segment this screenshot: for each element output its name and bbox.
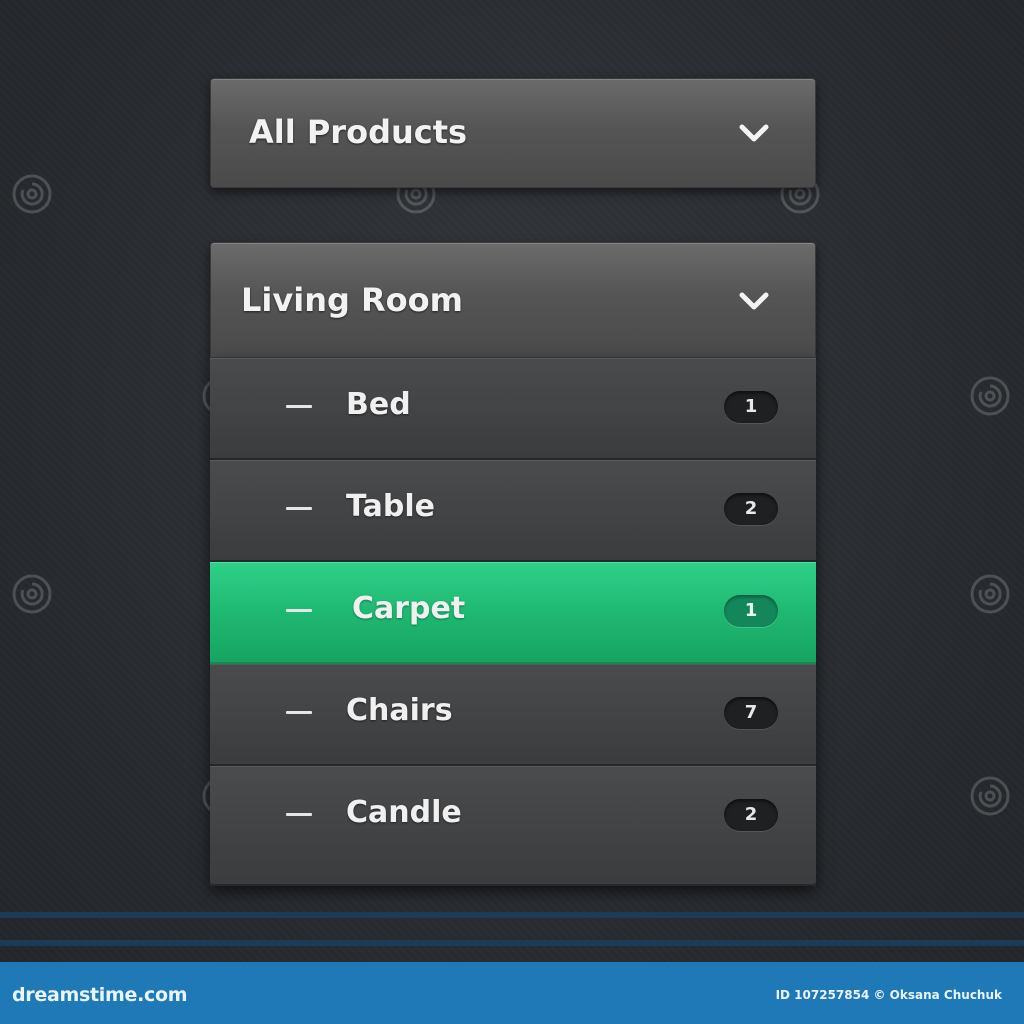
chevron-down-icon[interactable] — [737, 117, 771, 151]
list-item-bed[interactable]: Bed 1 — [210, 358, 816, 460]
living-room-dropdown[interactable]: Living Room — [210, 242, 816, 358]
watermark-swirl-icon — [968, 774, 1012, 818]
footer-credit: ID 107257854 © Oksana Chuchuk — [775, 988, 1002, 1002]
item-label: Candle — [346, 795, 462, 830]
count-badge: 1 — [724, 595, 778, 627]
watermark-swirl-icon — [968, 572, 1012, 616]
count-badge: 2 — [724, 493, 778, 525]
all-products-label: All Products — [249, 113, 468, 151]
list-item-table[interactable]: Table 2 — [210, 460, 816, 562]
watermark-swirl-icon — [10, 172, 54, 216]
living-room-label: Living Room — [241, 281, 463, 319]
dash-icon — [286, 405, 312, 408]
count-badge: 7 — [724, 697, 778, 729]
dash-icon — [286, 507, 312, 510]
list-item-candle[interactable]: Candle 2 — [210, 766, 816, 886]
footer-bar: dreamstime.com ID 107257854 © Oksana Chu… — [0, 962, 1024, 1024]
count-badge: 1 — [724, 391, 778, 423]
living-room-item-list: Bed 1 Table 2 Carpet 1 Chairs 7 Candle 2 — [210, 358, 816, 886]
all-products-dropdown[interactable]: All Products — [210, 78, 816, 188]
item-label: Chairs — [346, 693, 453, 728]
watermark-swirl-icon — [968, 374, 1012, 418]
list-item-carpet[interactable]: Carpet 1 — [210, 562, 816, 664]
list-item-chairs[interactable]: Chairs 7 — [210, 664, 816, 766]
dash-icon — [286, 711, 312, 714]
footer-brand: dreamstime.com — [12, 984, 188, 1006]
item-label: Bed — [346, 387, 411, 422]
divider-stripe — [0, 912, 1024, 918]
chevron-down-icon[interactable] — [737, 285, 771, 319]
item-label: Carpet — [352, 591, 466, 626]
dash-icon — [286, 609, 312, 612]
count-badge: 2 — [724, 799, 778, 831]
item-label: Table — [346, 489, 435, 524]
dash-icon — [286, 813, 312, 816]
divider-stripe — [0, 940, 1024, 946]
watermark-swirl-icon — [10, 572, 54, 616]
